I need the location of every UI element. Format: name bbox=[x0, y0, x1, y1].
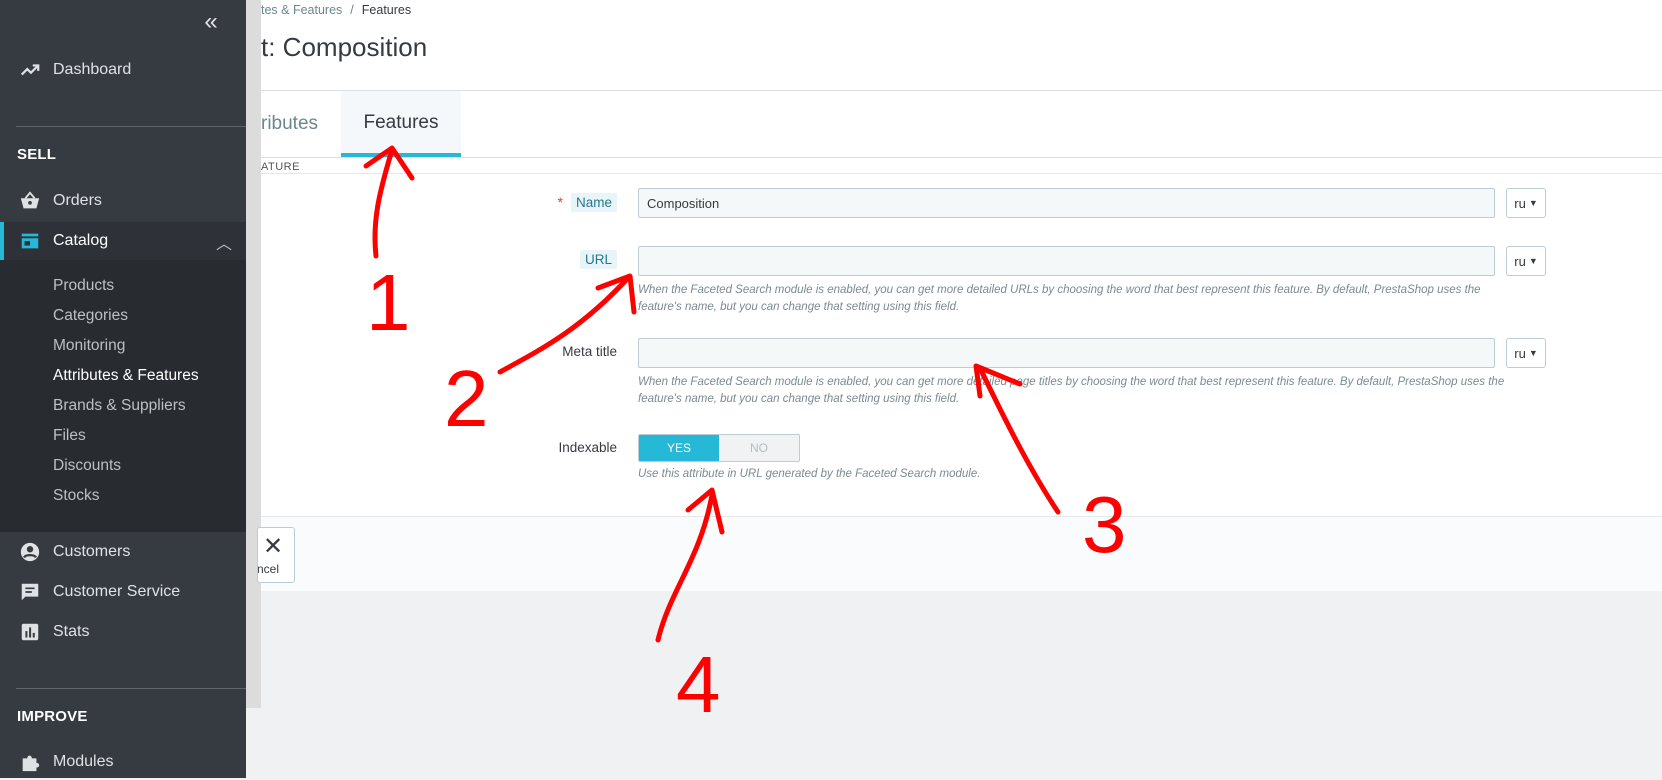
sidebar-divider bbox=[16, 126, 246, 127]
collapse-sidebar-button[interactable]: « bbox=[196, 10, 226, 34]
sidebar-item-label: Dashboard bbox=[53, 61, 132, 78]
double-chevron-left-icon: « bbox=[204, 8, 218, 35]
caret-down-icon: ▼ bbox=[1528, 198, 1538, 208]
url-language-dropdown[interactable]: ru ▼ bbox=[1506, 246, 1546, 276]
url-help-text: When the Faceted Search module is enable… bbox=[638, 284, 1481, 313]
sidebar-item-catalog[interactable]: Catalog ︿ bbox=[0, 222, 246, 260]
sidebar-item-label: Customer Service bbox=[53, 583, 181, 600]
annotation-number-4: 4 bbox=[676, 640, 721, 729]
puzzle-icon bbox=[17, 751, 43, 773]
name-label: * Name bbox=[557, 193, 617, 212]
submenu-item-attributes-features[interactable]: Attributes & Features bbox=[53, 367, 199, 385]
panel-footer: ✕ ncel bbox=[257, 516, 1662, 591]
indexable-label: Indexable bbox=[558, 440, 617, 455]
panel-heading: ATURE bbox=[261, 161, 300, 173]
meta-title-help-text: When the Faceted Search module is enable… bbox=[638, 376, 1505, 405]
active-indicator bbox=[0, 222, 4, 260]
name-input[interactable] bbox=[638, 188, 1495, 218]
indexable-no-option[interactable]: NO bbox=[719, 435, 799, 461]
feature-form-panel: ATURE *Name ru▼ URL ru▼ When the Faceted… bbox=[257, 158, 1662, 591]
divider bbox=[261, 173, 1662, 174]
url-input[interactable] bbox=[638, 246, 1495, 276]
account-circle-icon bbox=[17, 541, 43, 563]
breadcrumb-parent-link[interactable]: tes & Features bbox=[261, 3, 342, 17]
sidebar-item-label: Catalog bbox=[53, 232, 109, 249]
submenu-item-brands-suppliers[interactable]: Brands & Suppliers bbox=[53, 397, 186, 415]
chat-icon bbox=[17, 581, 43, 603]
submenu-item-stocks[interactable]: Stocks bbox=[53, 487, 100, 505]
sidebar: « Dashboard SELL Orders Catalog ︿ Produc… bbox=[0, 0, 246, 778]
submenu-item-files[interactable]: Files bbox=[53, 427, 86, 445]
store-icon bbox=[17, 230, 43, 252]
sidebar-item-modules[interactable]: Modules bbox=[0, 744, 246, 780]
meta-title-input[interactable] bbox=[638, 338, 1495, 368]
submenu-item-discounts[interactable]: Discounts bbox=[53, 457, 121, 475]
indexable-switch[interactable]: YES NO bbox=[638, 434, 800, 462]
submenu-item-categories[interactable]: Categories bbox=[53, 307, 128, 325]
name-language-dropdown[interactable]: ru ▼ bbox=[1506, 188, 1546, 218]
tabs-bar: ributes Features bbox=[261, 91, 1662, 158]
cancel-button[interactable]: ✕ ncel bbox=[257, 527, 295, 583]
cancel-button-label: ncel bbox=[257, 562, 280, 576]
indexable-yes-option[interactable]: YES bbox=[639, 435, 719, 461]
section-heading-sell: SELL bbox=[17, 146, 57, 163]
sidebar-item-label: Stats bbox=[53, 623, 90, 640]
basket-icon bbox=[17, 190, 43, 212]
meta-title-label: Meta title bbox=[562, 344, 617, 359]
section-heading-improve: IMPROVE bbox=[17, 708, 88, 725]
trending-up-icon bbox=[17, 59, 43, 81]
caret-down-icon: ▼ bbox=[1528, 256, 1538, 266]
chevron-up-icon: ︿ bbox=[215, 236, 232, 253]
sidebar-item-dashboard[interactable]: Dashboard bbox=[0, 52, 246, 88]
bar-chart-icon bbox=[17, 621, 43, 643]
catalog-submenu: Products Categories Monitoring Attribute… bbox=[0, 260, 246, 532]
caret-down-icon: ▼ bbox=[1528, 348, 1538, 358]
sidebar-item-label: Orders bbox=[53, 192, 102, 209]
sidebar-scrollbar[interactable] bbox=[246, 0, 261, 708]
sidebar-item-customers[interactable]: Customers bbox=[0, 534, 246, 570]
meta-title-language-dropdown[interactable]: ru ▼ bbox=[1506, 338, 1546, 368]
url-label: URL bbox=[579, 250, 617, 269]
sidebar-item-label: Customers bbox=[53, 543, 131, 560]
sidebar-item-orders[interactable]: Orders bbox=[0, 183, 246, 219]
sidebar-divider bbox=[16, 688, 246, 689]
tab-features[interactable]: Features bbox=[341, 91, 461, 157]
breadcrumb-separator: / bbox=[350, 3, 354, 17]
sidebar-item-stats[interactable]: Stats bbox=[0, 614, 246, 650]
submenu-item-monitoring[interactable]: Monitoring bbox=[53, 337, 125, 355]
breadcrumb-current: Features bbox=[361, 3, 412, 17]
tab-attributes[interactable]: ributes bbox=[261, 91, 318, 157]
breadcrumb: tes & Features / Features bbox=[261, 3, 411, 17]
page-header: tes & Features / Features t: Composition bbox=[261, 0, 1662, 91]
sidebar-item-customer-service[interactable]: Customer Service bbox=[0, 574, 246, 610]
close-icon: ✕ bbox=[263, 533, 284, 560]
indexable-help-text: Use this attribute in URL generated by t… bbox=[638, 468, 981, 480]
required-mark: * bbox=[557, 194, 563, 210]
sidebar-item-label: Modules bbox=[53, 753, 114, 770]
submenu-item-products[interactable]: Products bbox=[53, 277, 114, 295]
page-title: t: Composition bbox=[261, 32, 428, 62]
